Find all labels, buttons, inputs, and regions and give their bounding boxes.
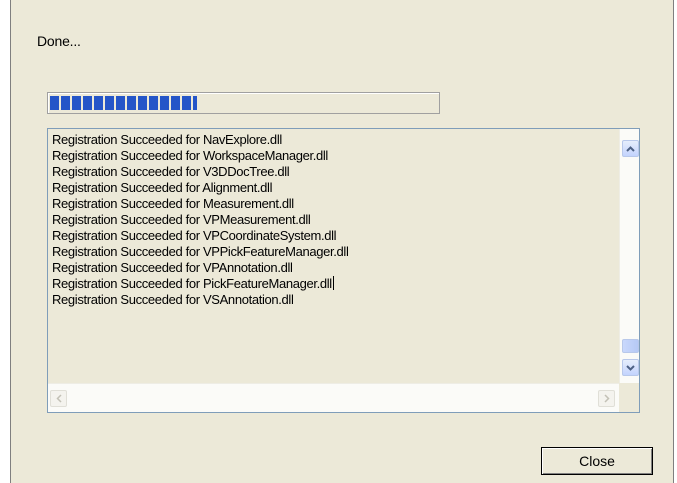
status-label: Done...	[37, 33, 81, 49]
log-line: Registration Succeeded for NavExplore.dl…	[52, 132, 282, 147]
arrow-left-icon	[55, 391, 62, 406]
vertical-scrollbar[interactable]	[619, 129, 639, 383]
log-line: Registration Succeeded for V3DDocTree.dl…	[52, 164, 290, 179]
log-line: Registration Succeeded for WorkspaceMana…	[52, 148, 328, 163]
scrollbar-corner	[619, 383, 639, 412]
registration-dialog: Done... Registration Succeeded for NavEx…	[10, 0, 674, 483]
log-line: Registration Succeeded for Measurement.d…	[52, 196, 294, 211]
horizontal-scrollbar[interactable]	[48, 383, 619, 412]
arrow-down-icon	[626, 364, 635, 371]
progress-bar	[47, 92, 440, 114]
vertical-scroll-thumb[interactable]	[622, 339, 639, 353]
log-line: Registration Succeeded for VSAnnotation.…	[52, 292, 294, 307]
scroll-up-button[interactable]	[622, 140, 639, 157]
log-line: Registration Succeeded for VPAnnotation.…	[52, 260, 293, 275]
log-line: Registration Succeeded for Alignment.dll	[52, 180, 273, 195]
log-content[interactable]: Registration Succeeded for NavExplore.dl…	[48, 129, 619, 383]
scroll-left-button[interactable]	[50, 390, 67, 407]
scroll-down-button[interactable]	[622, 359, 639, 376]
arrow-up-icon	[626, 145, 635, 152]
log-line: Registration Succeeded for VPCoordinateS…	[52, 228, 337, 243]
arrow-right-icon	[603, 391, 610, 406]
scroll-right-button[interactable]	[598, 390, 615, 407]
progress-fill	[50, 96, 198, 110]
registration-log[interactable]: Registration Succeeded for NavExplore.dl…	[47, 128, 640, 413]
log-line: Registration Succeeded for VPPickFeature…	[52, 244, 349, 259]
log-line: Registration Succeeded for PickFeatureMa…	[52, 276, 334, 291]
close-button[interactable]: Close	[541, 447, 653, 475]
log-line: Registration Succeeded for VPMeasurement…	[52, 212, 311, 227]
text-caret	[332, 276, 334, 290]
